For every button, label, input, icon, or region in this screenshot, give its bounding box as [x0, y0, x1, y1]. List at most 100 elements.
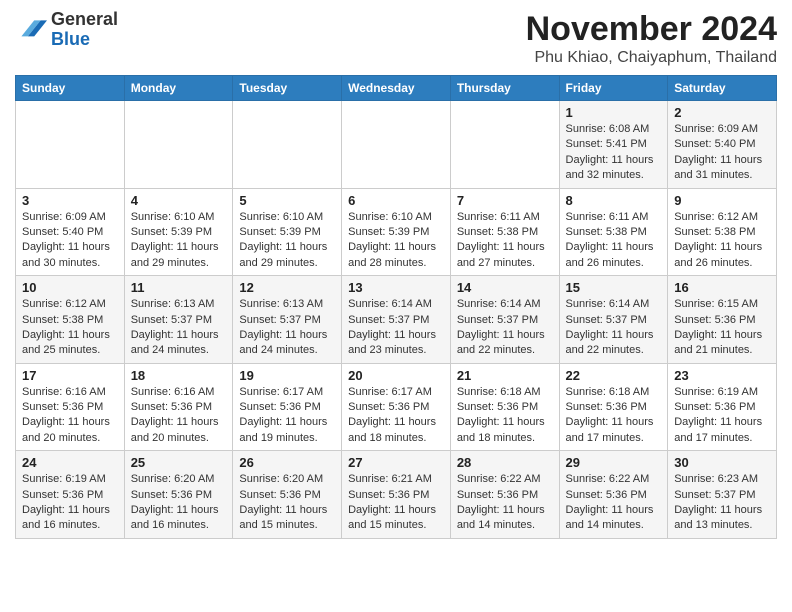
- calendar-cell: 7Sunrise: 6:11 AM Sunset: 5:38 PM Daylig…: [450, 188, 559, 276]
- day-number: 19: [239, 368, 335, 383]
- day-info: Sunrise: 6:14 AM Sunset: 5:37 PM Dayligh…: [348, 297, 444, 359]
- day-number: 12: [239, 280, 335, 295]
- day-info: Sunrise: 6:13 AM Sunset: 5:37 PM Dayligh…: [239, 297, 335, 359]
- day-header-monday: Monday: [124, 76, 233, 101]
- day-number: 30: [674, 455, 770, 470]
- day-number: 26: [239, 455, 335, 470]
- title-block: November 2024 Phu Khiao, Chaiyaphum, Tha…: [526, 10, 777, 67]
- calendar-header-row: SundayMondayTuesdayWednesdayThursdayFrid…: [16, 76, 777, 101]
- month-title: November 2024: [526, 10, 777, 49]
- calendar-cell: 5Sunrise: 6:10 AM Sunset: 5:39 PM Daylig…: [233, 188, 342, 276]
- calendar-cell: [16, 101, 125, 189]
- calendar-table: SundayMondayTuesdayWednesdayThursdayFrid…: [15, 75, 777, 539]
- day-number: 25: [131, 455, 227, 470]
- day-info: Sunrise: 6:21 AM Sunset: 5:36 PM Dayligh…: [348, 472, 444, 534]
- day-info: Sunrise: 6:12 AM Sunset: 5:38 PM Dayligh…: [674, 210, 770, 272]
- calendar-cell: 12 Sunrise: 6:13 AM Sunset: 5:37 PM Dayli…: [233, 276, 342, 364]
- calendar-cell: 17 Sunrise: 6:16 AM Sunset: 5:36 PM Dayli…: [16, 363, 125, 451]
- day-info: Sunrise: 6:22 AM Sunset: 5:36 PM Dayligh…: [457, 472, 553, 534]
- calendar-cell: 20 Sunrise: 6:17 AM Sunset: 5:36 PM Dayli…: [342, 363, 451, 451]
- day-number: 15: [566, 280, 662, 295]
- day-info: Sunrise: 6:18 AM Sunset: 5:36 PM Dayligh…: [566, 385, 662, 447]
- calendar-week-row: 17 Sunrise: 6:16 AM Sunset: 5:36 PM Dayli…: [16, 363, 777, 451]
- calendar-cell: 25Sunrise: 6:20 AM Sunset: 5:36 PM Dayli…: [124, 451, 233, 539]
- day-header-wednesday: Wednesday: [342, 76, 451, 101]
- calendar-cell: [450, 101, 559, 189]
- day-number: 20: [348, 368, 444, 383]
- day-info: Sunrise: 6:10 AM Sunset: 5:39 PM Dayligh…: [239, 210, 335, 272]
- calendar-cell: 4Sunrise: 6:10 AM Sunset: 5:39 PM Daylig…: [124, 188, 233, 276]
- calendar-week-row: 24Sunrise: 6:19 AM Sunset: 5:36 PM Dayli…: [16, 451, 777, 539]
- general-blue-logo-icon: [15, 14, 47, 46]
- calendar-cell: 10Sunrise: 6:12 AM Sunset: 5:38 PM Dayli…: [16, 276, 125, 364]
- day-number: 9: [674, 193, 770, 208]
- calendar-cell: 18 Sunrise: 6:16 AM Sunset: 5:36 PM Dayli…: [124, 363, 233, 451]
- calendar-cell: 24Sunrise: 6:19 AM Sunset: 5:36 PM Dayli…: [16, 451, 125, 539]
- day-number: 8: [566, 193, 662, 208]
- day-info: Sunrise: 6:22 AM Sunset: 5:36 PM Dayligh…: [566, 472, 662, 534]
- day-info: Sunrise: 6:13 AM Sunset: 5:37 PM Dayligh…: [131, 297, 227, 359]
- day-number: 21: [457, 368, 553, 383]
- calendar-cell: 15 Sunrise: 6:14 AM Sunset: 5:37 PM Dayli…: [559, 276, 668, 364]
- day-header-sunday: Sunday: [16, 76, 125, 101]
- day-number: 27: [348, 455, 444, 470]
- calendar-cell: 26 Sunrise: 6:20 AM Sunset: 5:36 PM Dayli…: [233, 451, 342, 539]
- calendar-cell: 19 Sunrise: 6:17 AM Sunset: 5:36 PM Dayli…: [233, 363, 342, 451]
- day-number: 2: [674, 105, 770, 120]
- day-number: 11: [131, 280, 227, 295]
- day-info: Sunrise: 6:09 AM Sunset: 5:40 PM Dayligh…: [22, 210, 118, 272]
- calendar-cell: 3 Sunrise: 6:09 AM Sunset: 5:40 PM Daylig…: [16, 188, 125, 276]
- day-header-thursday: Thursday: [450, 76, 559, 101]
- day-info: Sunrise: 6:10 AM Sunset: 5:39 PM Dayligh…: [348, 210, 444, 272]
- day-number: 28: [457, 455, 553, 470]
- calendar-week-row: 3 Sunrise: 6:09 AM Sunset: 5:40 PM Daylig…: [16, 188, 777, 276]
- day-number: 13: [348, 280, 444, 295]
- day-info: Sunrise: 6:11 AM Sunset: 5:38 PM Dayligh…: [566, 210, 662, 272]
- day-info: Sunrise: 6:16 AM Sunset: 5:36 PM Dayligh…: [22, 385, 118, 447]
- calendar-cell: 11 Sunrise: 6:13 AM Sunset: 5:37 PM Dayli…: [124, 276, 233, 364]
- day-number: 17: [22, 368, 118, 383]
- calendar-cell: 29 Sunrise: 6:22 AM Sunset: 5:36 PM Dayli…: [559, 451, 668, 539]
- day-info: Sunrise: 6:18 AM Sunset: 5:36 PM Dayligh…: [457, 385, 553, 447]
- calendar-cell: [233, 101, 342, 189]
- day-number: 16: [674, 280, 770, 295]
- calendar-week-row: 10Sunrise: 6:12 AM Sunset: 5:38 PM Dayli…: [16, 276, 777, 364]
- day-info: Sunrise: 6:17 AM Sunset: 5:36 PM Dayligh…: [239, 385, 335, 447]
- day-number: 18: [131, 368, 227, 383]
- day-info: Sunrise: 6:09 AM Sunset: 5:40 PM Dayligh…: [674, 122, 770, 184]
- day-header-saturday: Saturday: [668, 76, 777, 101]
- calendar-cell: 27 Sunrise: 6:21 AM Sunset: 5:36 PM Dayli…: [342, 451, 451, 539]
- day-info: Sunrise: 6:15 AM Sunset: 5:36 PM Dayligh…: [674, 297, 770, 359]
- day-header-tuesday: Tuesday: [233, 76, 342, 101]
- day-number: 7: [457, 193, 553, 208]
- calendar-cell: 6 Sunrise: 6:10 AM Sunset: 5:39 PM Daylig…: [342, 188, 451, 276]
- logo-text: General Blue: [51, 10, 118, 50]
- day-number: 1: [566, 105, 662, 120]
- day-info: Sunrise: 6:17 AM Sunset: 5:36 PM Dayligh…: [348, 385, 444, 447]
- page-header: General Blue November 2024 Phu Khiao, Ch…: [15, 10, 777, 67]
- day-info: Sunrise: 6:16 AM Sunset: 5:36 PM Dayligh…: [131, 385, 227, 447]
- day-number: 24: [22, 455, 118, 470]
- calendar-cell: 2 Sunrise: 6:09 AM Sunset: 5:40 PM Daylig…: [668, 101, 777, 189]
- day-info: Sunrise: 6:08 AM Sunset: 5:41 PM Dayligh…: [566, 122, 662, 184]
- calendar-cell: 8 Sunrise: 6:11 AM Sunset: 5:38 PM Daylig…: [559, 188, 668, 276]
- day-info: Sunrise: 6:10 AM Sunset: 5:39 PM Dayligh…: [131, 210, 227, 272]
- calendar-cell: 30 Sunrise: 6:23 AM Sunset: 5:37 PM Dayli…: [668, 451, 777, 539]
- calendar-cell: 13 Sunrise: 6:14 AM Sunset: 5:37 PM Dayli…: [342, 276, 451, 364]
- day-number: 29: [566, 455, 662, 470]
- day-info: Sunrise: 6:19 AM Sunset: 5:36 PM Dayligh…: [674, 385, 770, 447]
- calendar-cell: 14Sunrise: 6:14 AM Sunset: 5:37 PM Dayli…: [450, 276, 559, 364]
- day-info: Sunrise: 6:14 AM Sunset: 5:37 PM Dayligh…: [566, 297, 662, 359]
- calendar-cell: 1 Sunrise: 6:08 AM Sunset: 5:41 PM Daylig…: [559, 101, 668, 189]
- calendar-cell: 21 Sunrise: 6:18 AM Sunset: 5:36 PM Dayli…: [450, 363, 559, 451]
- day-info: Sunrise: 6:20 AM Sunset: 5:36 PM Dayligh…: [239, 472, 335, 534]
- day-number: 3: [22, 193, 118, 208]
- day-number: 10: [22, 280, 118, 295]
- calendar-cell: 16 Sunrise: 6:15 AM Sunset: 5:36 PM Dayli…: [668, 276, 777, 364]
- day-info: Sunrise: 6:23 AM Sunset: 5:37 PM Dayligh…: [674, 472, 770, 534]
- day-number: 6: [348, 193, 444, 208]
- day-header-friday: Friday: [559, 76, 668, 101]
- calendar-cell: [342, 101, 451, 189]
- calendar-week-row: 1 Sunrise: 6:08 AM Sunset: 5:41 PM Daylig…: [16, 101, 777, 189]
- logo: General Blue: [15, 10, 118, 50]
